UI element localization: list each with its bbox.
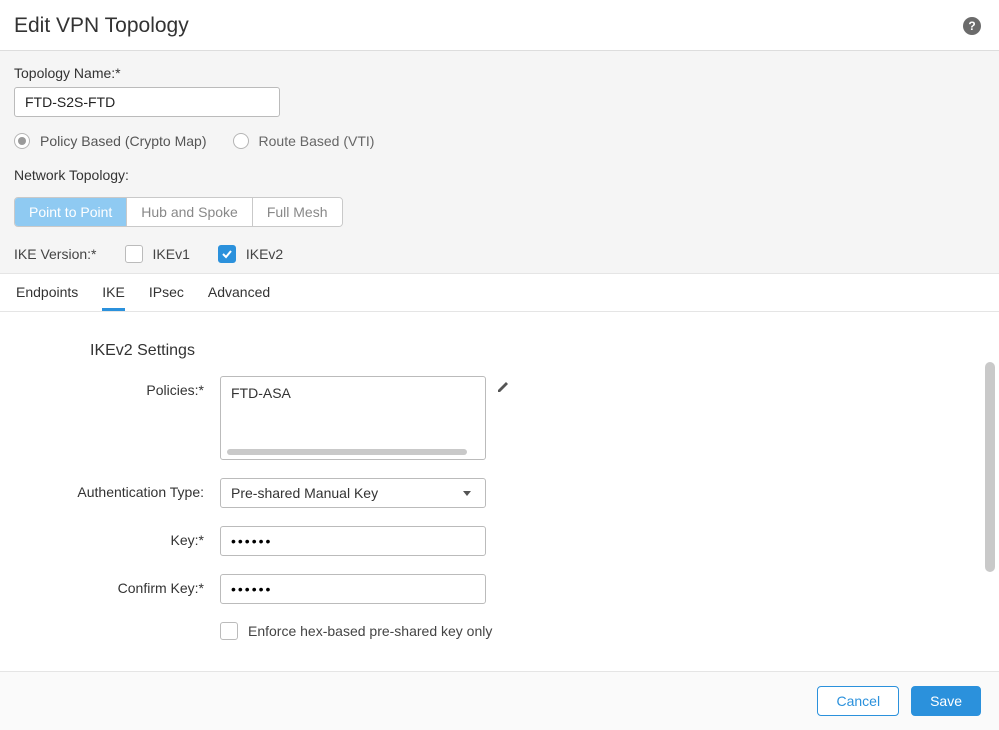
segment-hub-and-spoke[interactable]: Hub and Spoke	[127, 198, 253, 226]
pencil-icon[interactable]	[496, 380, 510, 397]
topology-name-label: Topology Name:*	[14, 65, 985, 81]
tab-advanced[interactable]: Advanced	[208, 274, 270, 311]
ikev1-label: IKEv1	[153, 246, 190, 262]
auth-type-select[interactable]: Pre-shared Manual Key	[220, 478, 486, 508]
ikev1-checkbox[interactable]: IKEv1	[125, 245, 190, 263]
policies-label: Policies:*	[0, 376, 220, 398]
ike-tab-content: IKEv2 Settings Policies:* FTD-ASA Authen…	[0, 312, 999, 671]
network-topology-segmented: Point to Point Hub and Spoke Full Mesh	[14, 197, 343, 227]
policies-value: FTD-ASA	[231, 385, 291, 401]
tab-endpoints[interactable]: Endpoints	[16, 274, 78, 311]
save-button[interactable]: Save	[911, 686, 981, 716]
ikev2-checkbox[interactable]: IKEv2	[218, 245, 283, 263]
ikev2-label: IKEv2	[246, 246, 283, 262]
topology-name-input[interactable]	[14, 87, 280, 117]
key-input[interactable]	[220, 526, 486, 556]
checkbox-unchecked-icon	[220, 622, 238, 640]
segment-full-mesh[interactable]: Full Mesh	[253, 198, 342, 226]
segment-point-to-point[interactable]: Point to Point	[15, 198, 127, 226]
policies-scrollbar[interactable]	[227, 449, 467, 455]
radio-selected-icon	[14, 133, 30, 149]
dialog-titlebar: Edit VPN Topology ?	[0, 0, 999, 51]
policies-listbox[interactable]: FTD-ASA	[220, 376, 486, 460]
checkbox-checked-icon	[218, 245, 236, 263]
content-scrollbar[interactable]	[985, 312, 995, 671]
upper-form-section: Topology Name:* Policy Based (Crypto Map…	[0, 51, 999, 312]
chevron-down-icon	[463, 491, 471, 496]
tab-ike[interactable]: IKE	[102, 274, 125, 311]
dialog-footer: Cancel Save	[0, 671, 999, 730]
tab-bar: Endpoints IKE IPsec Advanced	[0, 273, 999, 311]
policy-based-radio[interactable]: Policy Based (Crypto Map)	[14, 133, 207, 149]
enforce-hex-label: Enforce hex-based pre-shared key only	[248, 623, 492, 639]
auth-type-label: Authentication Type:	[0, 478, 220, 500]
scroll-thumb[interactable]	[985, 362, 995, 572]
key-label: Key:*	[0, 526, 220, 548]
policy-based-label: Policy Based (Crypto Map)	[40, 133, 207, 149]
vpn-topology-dialog: Edit VPN Topology ? Topology Name:* Poli…	[0, 0, 999, 730]
ikev2-settings-heading: IKEv2 Settings	[90, 342, 999, 360]
help-icon[interactable]: ?	[963, 17, 981, 35]
dialog-title: Edit VPN Topology	[14, 14, 189, 38]
confirm-key-input[interactable]	[220, 574, 486, 604]
ike-version-label: IKE Version:*	[14, 246, 97, 262]
tab-ipsec[interactable]: IPsec	[149, 274, 184, 311]
checkbox-unchecked-icon	[125, 245, 143, 263]
route-based-radio[interactable]: Route Based (VTI)	[233, 133, 375, 149]
enforce-hex-checkbox[interactable]: Enforce hex-based pre-shared key only	[220, 622, 492, 640]
cancel-button[interactable]: Cancel	[817, 686, 899, 716]
auth-type-value: Pre-shared Manual Key	[231, 485, 378, 501]
radio-unselected-icon	[233, 133, 249, 149]
route-based-label: Route Based (VTI)	[259, 133, 375, 149]
network-topology-label: Network Topology:	[14, 167, 985, 183]
confirm-key-label: Confirm Key:*	[0, 574, 220, 596]
